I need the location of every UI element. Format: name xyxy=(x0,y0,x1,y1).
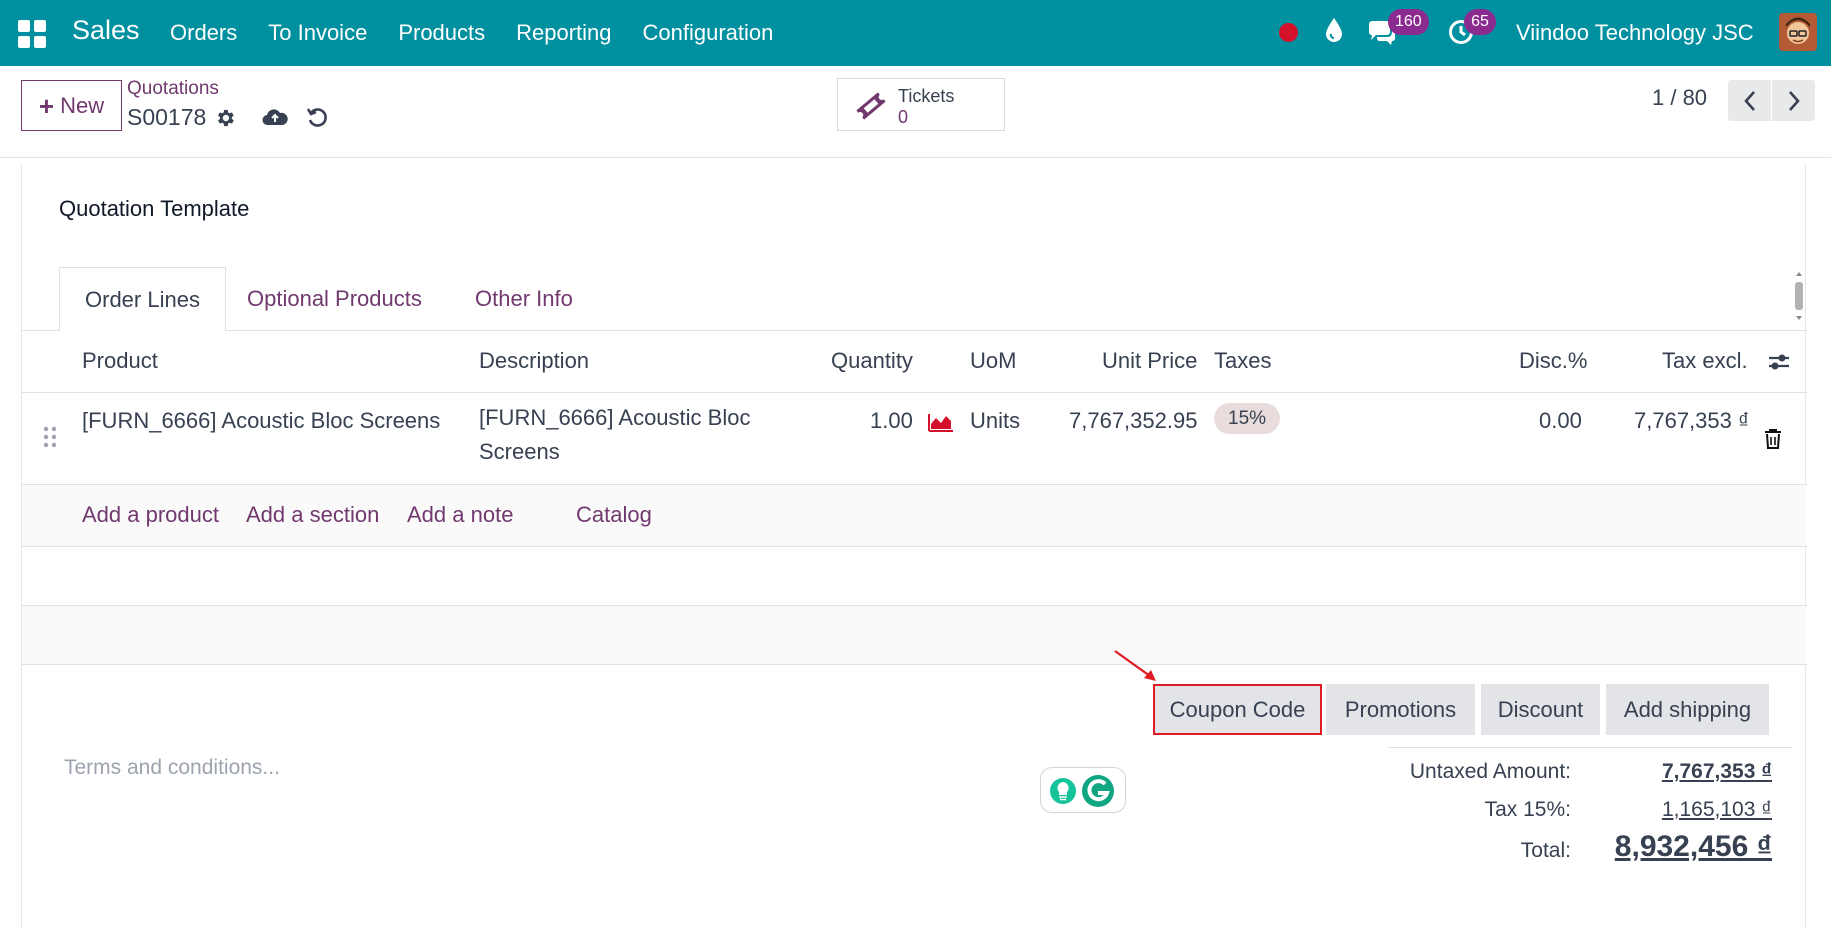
table-row[interactable]: [FURN_6666] Acoustic Bloc Screens [FURN_… xyxy=(22,393,1807,485)
company-switcher[interactable]: Viindoo Technology JSC xyxy=(1516,20,1754,46)
new-button[interactable]: + New xyxy=(21,80,122,131)
notebook-tabs: Order Lines Optional Products Other Info xyxy=(22,267,1807,332)
menu-products[interactable]: Products xyxy=(398,20,485,46)
chevron-left-icon xyxy=(1743,90,1755,111)
order-lines-header: Product Description Quantity UoM Unit Pr… xyxy=(22,331,1807,393)
control-panel: + New Quotations S00178 Tickets 0 1 / 80 xyxy=(0,66,1831,158)
pager-previous-button[interactable] xyxy=(1728,80,1771,121)
quotation-template-label: Quotation Template xyxy=(59,196,250,221)
pager-value[interactable]: 1 / 80 xyxy=(1652,85,1707,111)
col-tax-excl[interactable]: Tax excl. xyxy=(1662,348,1748,374)
col-unit-price[interactable]: Unit Price xyxy=(1102,348,1197,374)
tax-value: 1,165,103 ₫ xyxy=(1661,798,1772,821)
empty-row xyxy=(22,606,1807,665)
activities-count-badge: 65 xyxy=(1464,9,1496,35)
line-discount[interactable]: 0.00 xyxy=(1539,408,1582,434)
col-description[interactable]: Description xyxy=(479,348,589,374)
col-taxes[interactable]: Taxes xyxy=(1214,348,1271,374)
col-discount[interactable]: Disc.% xyxy=(1519,348,1587,374)
save-cloud-icon[interactable] xyxy=(262,106,288,128)
add-line-row: Add a product Add a section Add a note C… xyxy=(22,485,1807,547)
ticket-icon xyxy=(856,92,886,120)
totals-block: Untaxed Amount: 7,767,353 ₫ Tax 15%: 1,1… xyxy=(1388,760,1792,920)
line-product[interactable]: [FURN_6666] Acoustic Bloc Screens xyxy=(82,408,440,434)
new-button-label: New xyxy=(60,92,105,118)
add-note-link[interactable]: Add a note xyxy=(407,502,513,528)
optional-columns-icon[interactable] xyxy=(1767,351,1791,373)
drag-handle-icon[interactable] xyxy=(42,425,58,449)
catalog-link[interactable]: Catalog xyxy=(576,502,652,528)
col-product[interactable]: Product xyxy=(82,348,158,374)
untaxed-amount-value: 7,767,353 ₫ xyxy=(1661,760,1772,783)
forecast-area-chart-icon[interactable] xyxy=(928,412,954,432)
plus-icon: + xyxy=(38,90,55,121)
menu-to-invoice[interactable]: To Invoice xyxy=(268,20,367,46)
tab-optional-products[interactable]: Optional Products xyxy=(222,267,447,331)
pager-next-button[interactable] xyxy=(1772,80,1815,121)
top-navbar: Sales Orders To Invoice Products Reporti… xyxy=(0,0,1831,66)
water-drop-icon[interactable] xyxy=(1323,16,1345,44)
form-sheet: Quotation Template Order Lines Optional … xyxy=(21,164,1807,929)
app-name[interactable]: Sales xyxy=(72,15,140,46)
messages-count-badge: 160 xyxy=(1388,9,1429,35)
line-description[interactable]: [FURN_6666] Acoustic Bloc Screens xyxy=(479,401,750,469)
line-tax-tag[interactable]: 15% xyxy=(1214,403,1281,434)
line-subtotal: 7,767,353 ₫ xyxy=(1634,408,1750,433)
scrollbar[interactable] xyxy=(1792,268,1806,324)
total-value: 8,932,456 ₫ xyxy=(1614,830,1772,863)
recording-indicator-icon[interactable] xyxy=(1279,23,1298,42)
tab-other-info[interactable]: Other Info xyxy=(450,267,598,331)
add-product-link[interactable]: Add a product xyxy=(82,502,219,528)
menu-configuration[interactable]: Configuration xyxy=(643,20,774,46)
add-section-link[interactable]: Add a section xyxy=(246,502,379,528)
terms-conditions-input[interactable]: Terms and conditions... xyxy=(64,756,280,780)
main-menu: Orders To Invoice Products Reporting Con… xyxy=(170,20,773,46)
untaxed-amount-label: Untaxed Amount: xyxy=(1409,760,1571,783)
coupon-code-button[interactable]: Coupon Code xyxy=(1153,684,1322,735)
line-description-1: [FURN_6666] Acoustic Bloc xyxy=(479,405,751,430)
gear-icon[interactable] xyxy=(214,107,236,129)
menu-reporting[interactable]: Reporting xyxy=(516,20,611,46)
breadcrumb-quotations[interactable]: Quotations xyxy=(127,78,219,100)
line-description-2: Screens xyxy=(479,439,560,464)
line-unit-price[interactable]: 7,767,352.95 xyxy=(1069,408,1197,434)
add-shipping-button[interactable]: Add shipping xyxy=(1606,684,1769,735)
chevron-right-icon xyxy=(1788,90,1800,111)
col-quantity[interactable]: Quantity xyxy=(831,348,913,374)
annotation-arrow xyxy=(1114,650,1156,681)
discard-undo-icon[interactable] xyxy=(305,105,329,129)
line-quantity[interactable]: 1.00 xyxy=(870,408,913,434)
total-label: Total: xyxy=(1520,839,1571,862)
menu-orders[interactable]: Orders xyxy=(170,20,237,46)
scrollbar-thumb[interactable] xyxy=(1795,282,1803,310)
grammarly-icon xyxy=(1050,775,1114,807)
discount-button[interactable]: Discount xyxy=(1481,684,1600,735)
tickets-label: Tickets xyxy=(898,86,955,106)
tab-order-lines[interactable]: Order Lines xyxy=(59,267,226,332)
totals-divider xyxy=(1388,747,1792,748)
tax-label: Tax 15%: xyxy=(1484,798,1571,821)
line-uom[interactable]: Units xyxy=(970,408,1020,434)
col-uom[interactable]: UoM xyxy=(970,348,1016,374)
promotions-button[interactable]: Promotions xyxy=(1326,684,1475,735)
record-name: S00178 xyxy=(127,104,207,130)
tickets-count: 0 xyxy=(898,107,909,127)
tax-badge: 15% xyxy=(1214,403,1281,434)
apps-menu-icon[interactable] xyxy=(18,20,46,48)
tickets-smart-button[interactable]: Tickets 0 xyxy=(837,78,1005,131)
user-avatar[interactable] xyxy=(1779,13,1817,51)
grammarly-widget[interactable] xyxy=(1040,767,1126,813)
empty-row xyxy=(22,547,1807,606)
trash-icon[interactable] xyxy=(1763,428,1783,450)
